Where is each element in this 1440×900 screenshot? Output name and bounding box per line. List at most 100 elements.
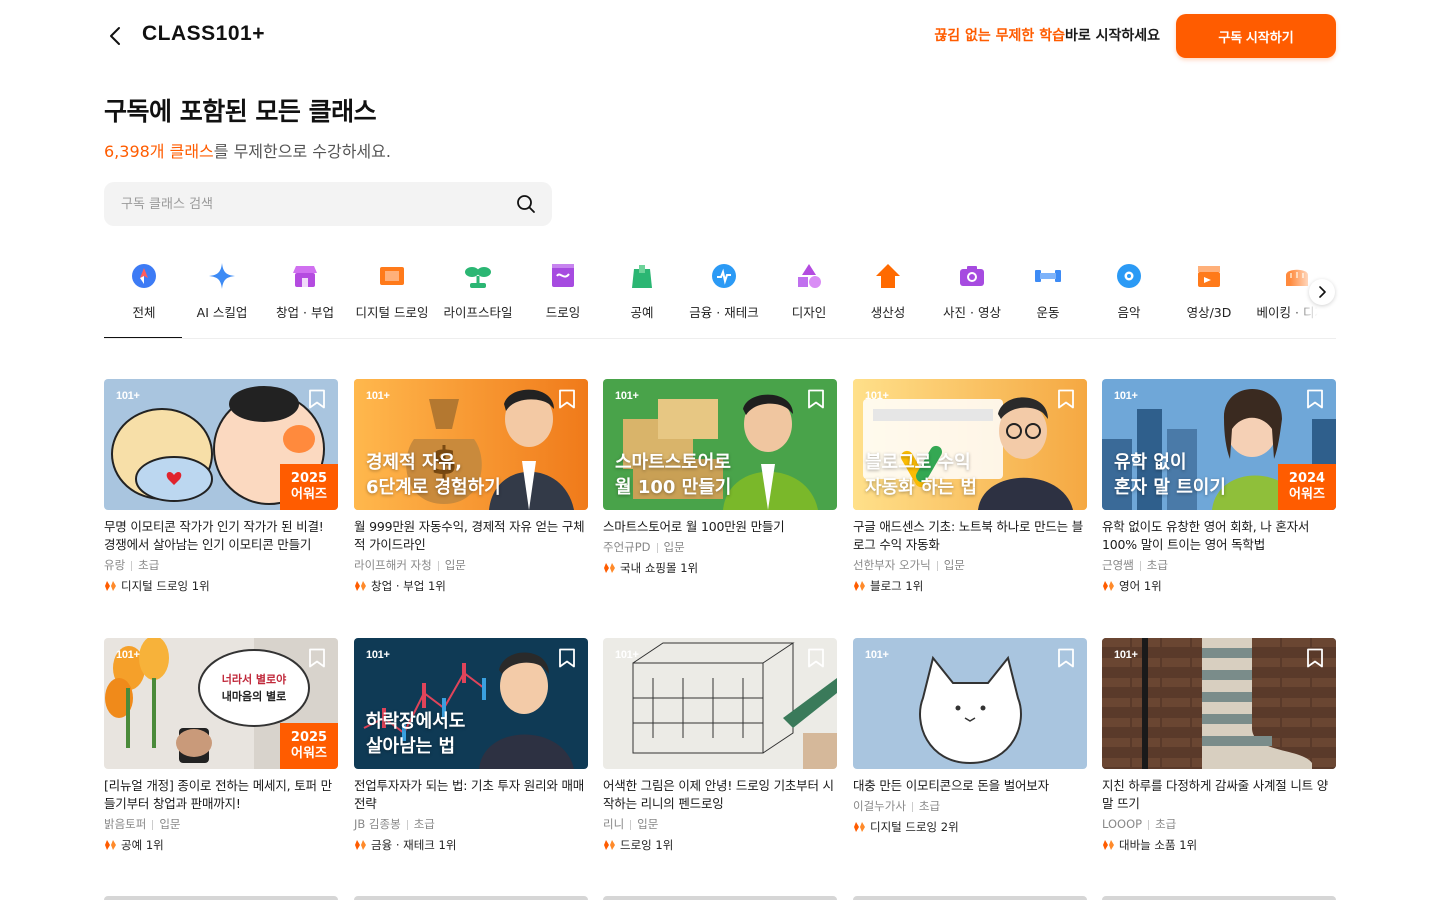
class-thumbnail[interactable]: 너라서 별로야 내마음의 별로 101+ 2025 어워즈 xyxy=(104,638,338,769)
class-meta: 주언규PD 입문 xyxy=(603,538,837,556)
film-frame-icon xyxy=(377,261,407,291)
dumbbell-icon xyxy=(1033,261,1063,291)
thumbnail-caption: 스마트스토어로 월 100 만들기 xyxy=(615,452,732,498)
category-tab-label: 음악 xyxy=(1117,305,1141,320)
search-icon[interactable] xyxy=(516,194,536,214)
rank-text: 블로그 1위 xyxy=(870,579,924,593)
class-thumbnail[interactable]: 101+ 2025 어워즈 xyxy=(104,379,338,510)
class-thumbnail[interactable]: 101+ 하락장에서도 살아남는 법 xyxy=(354,638,588,769)
class-title[interactable]: 대충 만든 이모티콘으로 돈을 벌어보자 xyxy=(853,777,1087,795)
rank-badge: 영어 1위 xyxy=(1102,577,1336,595)
class-title[interactable]: 구글 애드센스 기초: 노트북 하나로 만드는 블로그 수익 자동화 xyxy=(853,518,1087,554)
class-title[interactable]: [리뉴얼 개정] 종이로 전하는 메세지, 토퍼 만들기부터 창업과 판매까지! xyxy=(104,777,338,813)
creator-name: 리니 xyxy=(603,817,625,831)
class-level: 입문 xyxy=(159,817,181,831)
category-tab[interactable]: 드로잉 xyxy=(528,254,598,338)
class101-badge-icon: 101+ xyxy=(1114,390,1138,402)
category-tab[interactable]: 디자인 xyxy=(769,254,849,338)
class-meta: 라이프해커 자청 입문 xyxy=(354,556,588,574)
rank-text: 디지털 드로잉 2위 xyxy=(870,820,959,834)
creator-name: 주언규PD xyxy=(603,540,651,554)
bookmark-icon[interactable] xyxy=(807,648,825,668)
class101-badge-icon: 101+ xyxy=(615,649,639,661)
class-thumbnail[interactable]: 101+ xyxy=(1102,638,1336,769)
class101-badge-icon: 101+ xyxy=(1114,649,1138,661)
class-card[interactable]: 101+ 스마트스토어로 월 100 만들기스마트스토어로 월 100만원 만들기주… xyxy=(603,379,837,577)
class-title[interactable]: 전업투자자가 되는 법: 기초 투자 원리와 매매 전략 xyxy=(354,777,588,813)
class-card[interactable]: $101+ 경제적 자유, 6단계로 경험하기월 999만원 자동수익, 경제적 자… xyxy=(354,379,588,595)
class-thumbnail[interactable]: 101+ 스마트스토어로 월 100 만들기 xyxy=(603,379,837,510)
category-tab[interactable]: 운동 xyxy=(1013,254,1083,338)
meta-separator xyxy=(911,801,913,812)
bookmark-icon[interactable] xyxy=(558,648,576,668)
bookmark-icon[interactable] xyxy=(308,648,326,668)
flame-icon xyxy=(854,581,865,591)
class-title[interactable]: 유학 없이도 유창한 영어 회화, 나 혼자서 100% 말이 트이는 영어 독… xyxy=(1102,518,1336,554)
class-title[interactable]: 스마트스토어로 월 100만원 만들기 xyxy=(603,518,837,536)
back-button[interactable] xyxy=(104,24,126,48)
flame-icon xyxy=(1103,581,1114,591)
category-tab-label: 라이프스타일 xyxy=(443,305,513,320)
class-title[interactable]: 어색한 그림은 이제 안녕! 드로잉 기초부터 시작하는 리니의 펜드로잉 xyxy=(603,777,837,813)
class-title[interactable]: 월 999만원 자동수익, 경제적 자유 얻는 구체적 가이드라인 xyxy=(354,518,588,554)
bookmark-icon[interactable] xyxy=(1057,648,1075,668)
class-thumbnail[interactable]: 101+ 유학 없이 혼자 말 트이기 2024 어워즈 xyxy=(1102,379,1336,510)
flame-icon xyxy=(355,840,366,850)
class-card[interactable]: 101+ 2025 어워즈무명 이모티콘 작가가 인기 작가가 된 비결! 경쟁에서… xyxy=(104,379,338,595)
rank-text: 드로잉 1위 xyxy=(620,838,674,852)
class101-badge-icon: 101+ xyxy=(366,649,390,661)
logo[interactable]: CLASS101+ xyxy=(142,22,265,46)
class-card[interactable]: 101+ 어색한 그림은 이제 안녕! 드로잉 기초부터 시작하는 리니의 펜드로… xyxy=(603,638,837,854)
meta-separator xyxy=(656,542,658,553)
bookmark-icon[interactable] xyxy=(558,389,576,409)
category-tab[interactable]: 음악 xyxy=(1094,254,1164,338)
rank-text: 디지털 드로잉 1위 xyxy=(121,579,210,593)
class-card[interactable]: 101+ 대충 만든 이모티콘으로 돈을 벌어보자 이걸누가사 초급 디지털 드로잉 2… xyxy=(853,638,1087,836)
class-card[interactable]: 101+ 블로그로 수익 자동화 하는 법구글 애드센스 기초: 노트북 하나로 만… xyxy=(853,379,1087,595)
category-tab[interactable]: 공예 xyxy=(607,254,677,338)
coin-chart-icon xyxy=(709,261,739,291)
search-input[interactable] xyxy=(104,182,504,226)
class-title[interactable]: 무명 이모티콘 작가가 인기 작가가 된 비결! 경쟁에서 살아남는 인기 이모… xyxy=(104,518,338,554)
rank-text: 대바늘 소품 1위 xyxy=(1119,838,1198,852)
creator-name: 유랑 xyxy=(104,558,126,572)
house-arrow-icon xyxy=(873,261,903,291)
class-thumbnail[interactable]: 101+ 블로그로 수익 자동화 하는 법 xyxy=(853,379,1087,510)
creator-name: 밝음토퍼 xyxy=(104,817,147,831)
class-level: 입문 xyxy=(444,558,466,572)
category-tab[interactable]: 영상/3D xyxy=(1164,254,1254,338)
class-meta: JB 김종봉 초급 xyxy=(354,815,588,833)
start-subscription-button[interactable]: 구독 시작하기 xyxy=(1176,14,1336,58)
class101-badge-icon: 101+ xyxy=(865,649,889,661)
class-thumbnail[interactable]: $101+ 경제적 자유, 6단계로 경험하기 xyxy=(354,379,588,510)
bookmark-icon[interactable] xyxy=(308,389,326,409)
class-thumbnail[interactable]: 101+ xyxy=(603,638,837,769)
class101-badge-icon: 101+ xyxy=(116,649,140,661)
class-card[interactable]: 101+ 유학 없이 혼자 말 트이기 2024 어워즈유학 없이도 유창한 영어 회화… xyxy=(1102,379,1336,595)
bookmark-icon[interactable] xyxy=(1306,648,1324,668)
flame-icon xyxy=(105,840,116,850)
bookmark-icon[interactable] xyxy=(807,389,825,409)
class-card[interactable]: 101+ 지친 하루를 다정하게 감싸줄 사계절 니트 양말 뜨기 LOOOP 초급 대… xyxy=(1102,638,1336,854)
class-thumbnail[interactable]: 101+ xyxy=(853,638,1087,769)
svg-text:너라서 별로야: 너라서 별로야 xyxy=(222,672,287,686)
category-tab-label: 드로잉 xyxy=(545,305,581,320)
class-card[interactable]: 101+ 하락장에서도 살아남는 법전업투자자가 되는 법: 기초 투자 원리와 매… xyxy=(354,638,588,854)
class-title[interactable]: 지친 하루를 다정하게 감싸줄 사계절 니트 양말 뜨기 xyxy=(1102,777,1336,813)
class101-badge-icon: 101+ xyxy=(865,390,889,402)
category-tab[interactable]: 생산성 xyxy=(850,254,926,338)
promo-highlight: 끊김 없는 무제한 학습 xyxy=(934,28,1065,44)
category-tab-label: 공예 xyxy=(630,305,654,320)
category-tab[interactable]: 라이프스타일 xyxy=(428,254,528,338)
class-card-peek xyxy=(1102,896,1336,900)
category-next-button[interactable] xyxy=(1309,279,1335,305)
category-tab[interactable]: 사진 · 영상 xyxy=(920,254,1024,338)
class-level: 입문 xyxy=(663,540,685,554)
bookmark-icon[interactable] xyxy=(1306,389,1324,409)
bookmark-icon[interactable] xyxy=(1057,389,1075,409)
category-tab[interactable]: 금융 · 재테크 xyxy=(674,254,774,338)
class-card[interactable]: 너라서 별로야 내마음의 별로 101+ 2025 어워즈 [리뉴얼 개정] 종이로 전하… xyxy=(104,638,338,854)
thumbnail-caption: 하락장에서도 살아남는 법 xyxy=(366,711,466,757)
creator-name: LOOOP xyxy=(1102,817,1143,831)
rank-badge: 금융 · 재테크 1위 xyxy=(354,836,588,854)
